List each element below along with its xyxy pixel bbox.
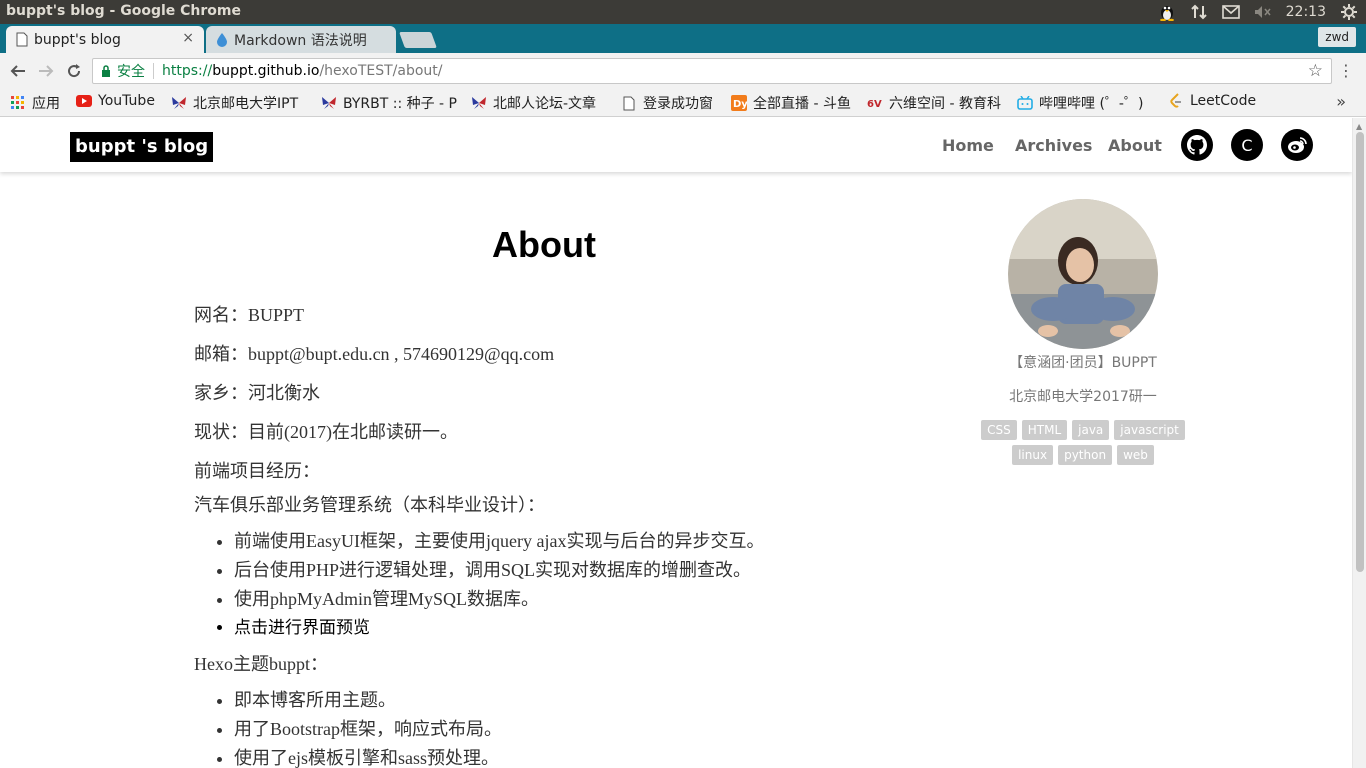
weibo-icon[interactable] [1281, 129, 1313, 161]
project-list: 前端使用EasyUI框架，主要使用jquery ajax实现与后台的异步交互。 … [234, 527, 894, 643]
list-item: 即本博客所用主题。 [234, 686, 894, 715]
paragraph: 现状：目前(2017)在北邮读研一。 [194, 422, 458, 442]
bookmark-login[interactable]: 登录成功窗 [621, 93, 713, 113]
article-content: 网名：BUPPT 邮箱：buppt@bupt.edu.cn , 57469012… [194, 303, 894, 768]
tab-buppt-blog[interactable]: buppt's blog × [6, 26, 204, 53]
tab-label: Markdown 语法说明 [234, 32, 367, 49]
profile-description: 北京邮电大学2017研一 [1009, 389, 1157, 405]
butterfly-icon [171, 95, 187, 111]
butterfly-icon [321, 95, 337, 111]
paragraph: 前端项目经历： [194, 461, 320, 481]
tag-html[interactable]: HTML [1021, 420, 1068, 440]
tag-cloud: CSS HTML java javascript linux python we… [980, 420, 1186, 465]
youtube-icon [76, 93, 92, 109]
bookmark-byr-forum[interactable]: 北邮人论坛-文章 [471, 93, 609, 113]
browser-toolbar: 安全 https://buppt.github.io/hexoTEST/abou… [0, 53, 1366, 89]
bilibili-icon [1017, 95, 1033, 111]
bookmark-6v[interactable]: 6V 六维空间 - 教育科 [867, 93, 1005, 113]
window-title: buppt's blog - Google Chrome [6, 3, 241, 19]
c-letter-icon[interactable]: C [1231, 129, 1263, 161]
new-tab-button[interactable] [399, 32, 437, 48]
page-icon [621, 95, 637, 111]
water-drop-icon [216, 32, 228, 51]
url-scheme: https:// [162, 63, 213, 79]
system-tray: 22:13 [1158, 0, 1366, 24]
os-title-bar: buppt's blog - Google Chrome 22:13 [0, 0, 1366, 24]
tag-linux[interactable]: linux [1012, 445, 1054, 465]
list-item: 用了Bootstrap框架，响应式布局。 [234, 715, 894, 744]
tab-strip: buppt's blog × Markdown 语法说明 zwd [0, 24, 1366, 53]
forward-arrow-icon[interactable] [36, 61, 56, 81]
scrollbar-thumb[interactable] [1356, 132, 1364, 572]
bookmarks-overflow-icon[interactable]: » [1336, 92, 1346, 111]
menu-dots-icon[interactable]: ⋮ [1338, 61, 1354, 80]
bookmark-douyu[interactable]: Dy 全部直播 - 斗鱼 [731, 93, 851, 113]
bookmark-byrbt[interactable]: BYRBT :: 种子 - P [321, 93, 459, 113]
tag-java[interactable]: java [1072, 420, 1110, 440]
page-title: About [492, 224, 596, 265]
tab-label: buppt's blog [34, 31, 121, 48]
nav-about[interactable]: About [1108, 136, 1162, 155]
settings-gear-icon[interactable] [1340, 3, 1358, 21]
page-scrollbar[interactable]: ▲ [1352, 118, 1366, 768]
clock[interactable]: 22:13 [1286, 4, 1326, 20]
list-item: 使用了ejs模板引擎和sass预处理。 [234, 744, 894, 768]
paragraph: 邮箱：buppt@bupt.edu.cn , 574690129@qq.com [194, 344, 555, 364]
reload-icon[interactable] [64, 61, 84, 81]
tag-javascript[interactable]: javascript [1114, 420, 1185, 440]
bookmark-leetcode[interactable]: LeetCode [1168, 93, 1256, 109]
leetcode-icon [1168, 93, 1184, 109]
paragraph: 汽车俱乐部业务管理系统（本科毕业设计）： [194, 495, 545, 515]
bookmark-youtube[interactable]: YouTube [76, 93, 155, 109]
paragraph: 网名：BUPPT [194, 305, 305, 325]
bookmark-bupt[interactable]: 北京邮电大学IPT [171, 93, 309, 113]
list-item: 使用phpMyAdmin管理MySQL数据库。 [234, 585, 894, 614]
nav-home[interactable]: Home [942, 136, 994, 155]
apps-grid-icon [10, 95, 26, 111]
secure-indicator[interactable]: 安全 [101, 61, 145, 81]
preview-link[interactable]: 点击进行界面预览 [234, 614, 894, 643]
theme-list: 即本博客所用主题。 用了Bootstrap框架，响应式布局。 使用了ejs模板引… [234, 686, 894, 768]
profile-name: 【意涵团·团员】BUPPT [1009, 355, 1157, 371]
page-viewport: buppt 's blog Home Archives About C Abou… [0, 118, 1352, 768]
paragraph: Hexo主题buppt： [194, 654, 328, 674]
tux-icon[interactable] [1158, 3, 1176, 21]
network-arrows-icon[interactable] [1190, 3, 1208, 21]
svg-text:Dy: Dy [733, 99, 747, 110]
tag-python[interactable]: python [1058, 445, 1113, 465]
volume-muted-icon[interactable] [1254, 3, 1272, 21]
butterfly-icon [471, 95, 487, 111]
lock-icon [102, 65, 110, 77]
tag-css[interactable]: CSS [981, 420, 1017, 440]
list-item: 后台使用PHP进行逻辑处理，调用SQL实现对数据库的增删查改。 [234, 556, 894, 585]
blog-brand[interactable]: buppt 's blog [70, 132, 214, 162]
avatar [1008, 199, 1158, 349]
page-icon [16, 32, 28, 51]
github-icon[interactable] [1181, 129, 1213, 161]
scroll-up-arrow-icon[interactable]: ▲ [1356, 122, 1362, 131]
bookmark-apps[interactable]: 应用 [10, 93, 60, 113]
tab-markdown[interactable]: Markdown 语法说明 [206, 26, 396, 53]
address-bar[interactable]: 安全 https://buppt.github.io/hexoTEST/abou… [92, 58, 1332, 84]
url-host: buppt.github.io [212, 63, 320, 79]
back-arrow-icon[interactable] [8, 61, 28, 81]
bookmark-star-icon[interactable]: ☆ [1308, 61, 1323, 81]
blog-navbar: buppt 's blog Home Archives About C [0, 118, 1352, 172]
tag-web[interactable]: web [1117, 445, 1154, 465]
list-item: 前端使用EasyUI框架，主要使用jquery ajax实现与后台的异步交互。 [234, 527, 894, 556]
douyu-icon: Dy [731, 95, 747, 111]
6v-icon: 6V [867, 95, 883, 111]
mail-icon[interactable] [1221, 3, 1240, 21]
profile-button[interactable]: zwd [1318, 27, 1356, 47]
bookmark-bilibili[interactable]: 哔哩哔哩 (゜-゜) [1017, 93, 1155, 113]
paragraph: 家乡：河北衡水 [194, 383, 320, 403]
nav-archives[interactable]: Archives [1015, 136, 1092, 155]
bookmarks-bar: 应用 YouTube 北京邮电大学IPT BYRBT :: 种子 - P 北邮人… [0, 89, 1366, 117]
close-icon[interactable]: × [182, 30, 194, 46]
url-path: /hexoTEST/about/ [319, 63, 443, 79]
svg-text:6V: 6V [867, 99, 882, 109]
